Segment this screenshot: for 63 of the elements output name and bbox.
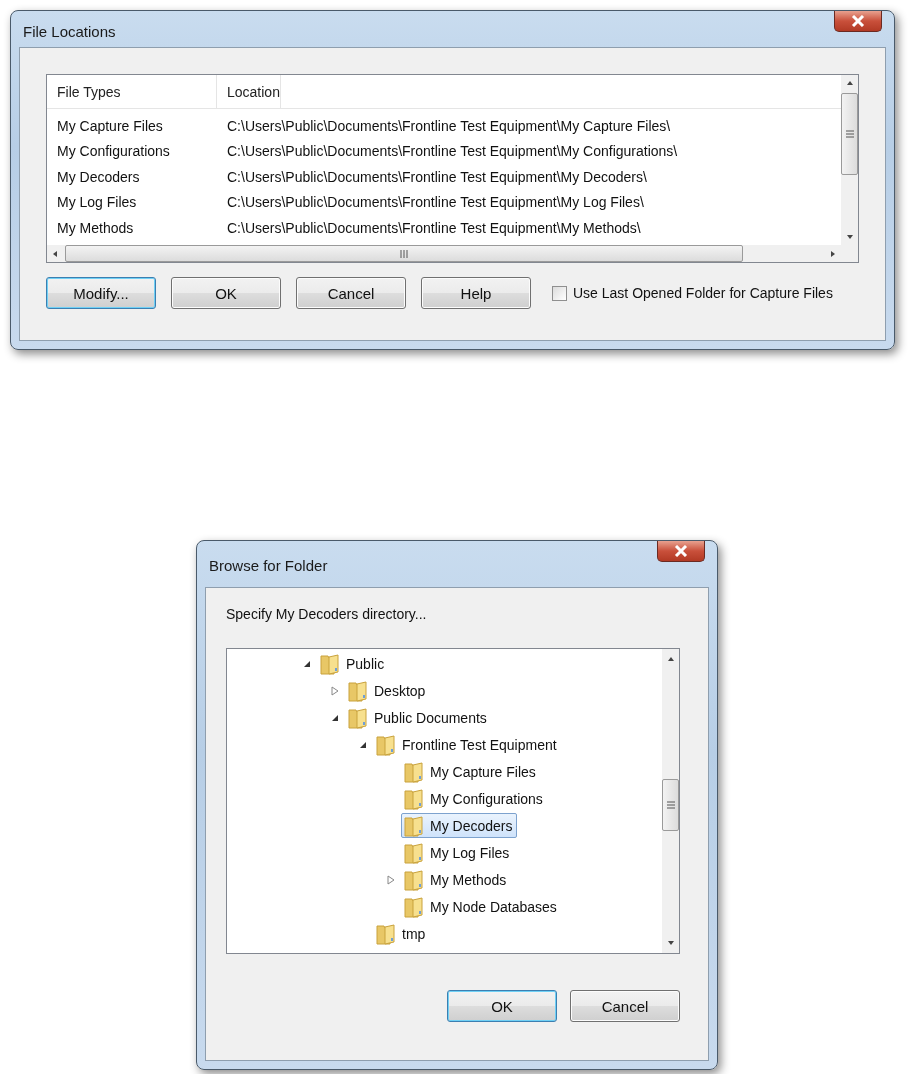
- tree-item[interactable]: My Capture Files: [401, 759, 541, 784]
- close-button[interactable]: [657, 541, 705, 562]
- close-icon: [851, 15, 865, 27]
- folder-icon: [404, 841, 424, 864]
- table-cell-text: C:\Users\Public\Documents\Frontline Test Equipment\My Log Files\: [226, 194, 644, 211]
- checkbox[interactable]: [552, 285, 567, 301]
- scroll-down-icon[interactable]: [845, 233, 854, 241]
- table-cell-text: C:\Users\Public\Documents\Frontline Test Equipment\My Methods\: [226, 219, 641, 236]
- tree-item[interactable]: tmp: [373, 921, 431, 946]
- dialog-button[interactable]: OK: [447, 990, 557, 1022]
- tree-item[interactable]: Frontline Test Equipment: [373, 732, 562, 757]
- table-cell-text: My Capture Files: [56, 117, 164, 134]
- scrollbar-thumb[interactable]: [662, 779, 679, 831]
- vertical-scrollbar[interactable]: [662, 649, 679, 953]
- folder-icon: [348, 679, 368, 702]
- scroll-right-icon[interactable]: [829, 249, 837, 258]
- tree-item[interactable]: Public Documents: [345, 705, 492, 730]
- column-header[interactable]: Location: [217, 75, 281, 108]
- folder-icon: [404, 787, 424, 810]
- prompt-text: Specify My Decoders directory...: [226, 606, 428, 622]
- vertical-scrollbar[interactable]: [841, 75, 858, 245]
- table-cell-text: My Configurations: [56, 143, 171, 160]
- folder-icon: [348, 706, 368, 729]
- collapsed-arrow-icon[interactable]: [387, 874, 395, 885]
- expanded-arrow-icon[interactable]: [331, 713, 339, 722]
- table-cell-text: C:\Users\Public\Documents\Frontline Test Equipment\My Configurations\: [226, 143, 678, 160]
- column-header[interactable]: File Types: [47, 75, 217, 108]
- window-title: Browse for Folder: [209, 557, 328, 574]
- close-icon: [674, 545, 688, 557]
- dialog-button[interactable]: Help: [421, 277, 531, 309]
- tree-item[interactable]: My Node Databases: [401, 894, 562, 919]
- folder-icon: [320, 652, 340, 675]
- table-cell-text: My Methods: [56, 219, 135, 236]
- table-cell-text: My Decoders: [56, 168, 141, 185]
- folder-icon: [404, 868, 424, 891]
- tree-item[interactable]: My Configurations: [401, 786, 548, 811]
- scroll-up-icon[interactable]: [845, 79, 854, 87]
- folder-icon: [404, 814, 424, 837]
- scroll-down-icon[interactable]: [666, 939, 675, 947]
- tree-item[interactable]: Desktop: [345, 678, 431, 703]
- table-cell-text: C:\Users\Public\Documents\Frontline Test Equipment\My Decoders\: [226, 168, 647, 185]
- collapsed-arrow-icon[interactable]: [331, 685, 339, 696]
- dialog-button[interactable]: Cancel: [296, 277, 406, 309]
- tree-item[interactable]: My Decoders: [401, 813, 518, 838]
- folder-icon: [376, 733, 396, 756]
- scroll-left-icon[interactable]: [51, 249, 59, 258]
- close-button[interactable]: [834, 11, 882, 32]
- window-title: File Locations: [23, 23, 116, 40]
- scroll-up-icon[interactable]: [666, 655, 675, 663]
- dialog-button[interactable]: Cancel: [570, 990, 680, 1022]
- folder-icon: [404, 895, 424, 918]
- tree-item[interactable]: My Methods: [401, 867, 512, 892]
- dialog-button[interactable]: OK: [171, 277, 281, 309]
- scrollbar-thumb[interactable]: [841, 93, 858, 175]
- folder-icon: [404, 760, 424, 783]
- table-cell-text: My Log Files: [56, 194, 138, 211]
- expanded-arrow-icon[interactable]: [359, 740, 367, 749]
- table-cell-text: C:\Users\Public\Documents\Frontline Test Equipment\My Capture Files\: [226, 117, 671, 134]
- tree-item[interactable]: Public: [317, 651, 390, 676]
- folder-icon: [376, 922, 396, 945]
- tree-item[interactable]: My Log Files: [401, 840, 515, 865]
- dialog-button[interactable]: Modify...: [46, 277, 156, 309]
- expanded-arrow-icon[interactable]: [303, 659, 311, 668]
